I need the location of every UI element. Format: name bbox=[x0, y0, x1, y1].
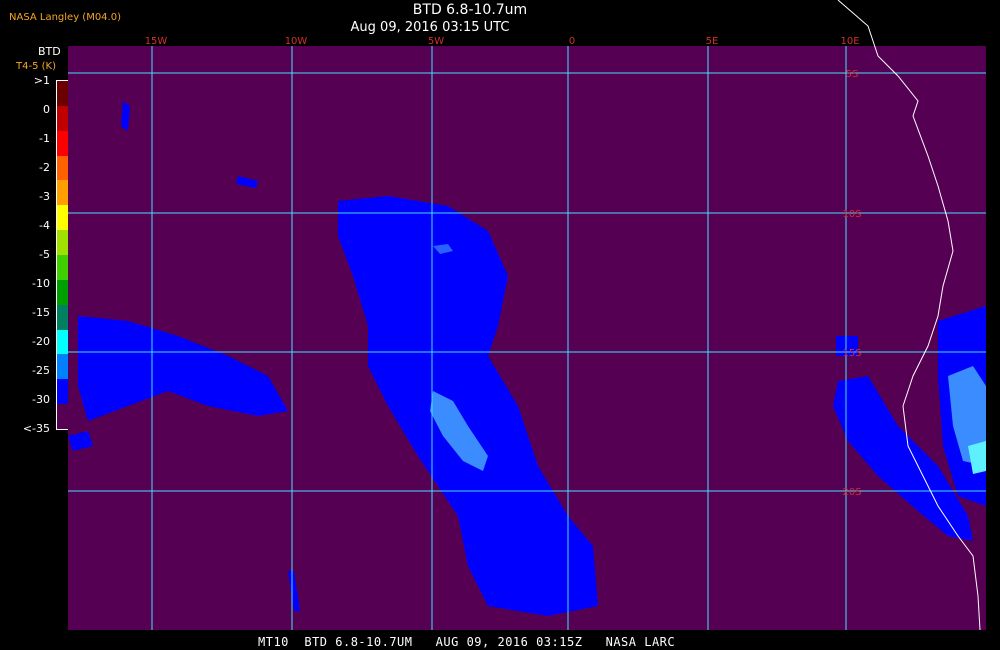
legend-label: -10 bbox=[32, 277, 50, 290]
latitude-label: 20S bbox=[842, 487, 861, 498]
legend-label: >1 bbox=[33, 74, 50, 87]
legend-label: -5 bbox=[39, 248, 50, 261]
legend-label: -30 bbox=[32, 393, 50, 406]
longitude-label: 5E bbox=[706, 36, 719, 47]
longitude-label: 0 bbox=[569, 36, 575, 47]
legend-subtitle: T4-5 (K) bbox=[16, 61, 56, 72]
legend-label: -4 bbox=[39, 219, 50, 232]
legend-label: -1 bbox=[39, 132, 50, 145]
longitude-label: 15W bbox=[145, 36, 168, 47]
latitude-label: 15S bbox=[842, 348, 861, 359]
satellite-map: 15W 10W 5W 0 5E 10E 5S 10S 15S 20S bbox=[68, 0, 986, 631]
longitude-label: 10E bbox=[840, 36, 859, 47]
product-title: BTD 6.8-10.7um bbox=[412, 2, 528, 18]
legend-label: -15 bbox=[32, 306, 50, 319]
legend-label: -2 bbox=[39, 161, 50, 174]
longitude-label: 10W bbox=[285, 36, 308, 47]
legend-label: -3 bbox=[39, 190, 50, 203]
footer-caption: MT10 BTD 6.8-10.7UM AUG 09, 2016 03:15Z … bbox=[258, 635, 676, 649]
legend-title: BTD bbox=[38, 45, 61, 58]
latitude-label: 10S bbox=[842, 209, 861, 220]
legend-label: -25 bbox=[32, 364, 50, 377]
latitude-label: 5S bbox=[846, 69, 859, 80]
legend-label: <-35 bbox=[22, 422, 50, 435]
longitude-labels: 15W 10W 5W 0 5E 10E bbox=[145, 36, 860, 47]
legend-label: 0 bbox=[43, 103, 50, 116]
timestamp: Aug 09, 2016 03:15 UTC bbox=[350, 20, 510, 35]
longitude-label: 5W bbox=[428, 36, 444, 47]
legend-label: -20 bbox=[32, 335, 50, 348]
